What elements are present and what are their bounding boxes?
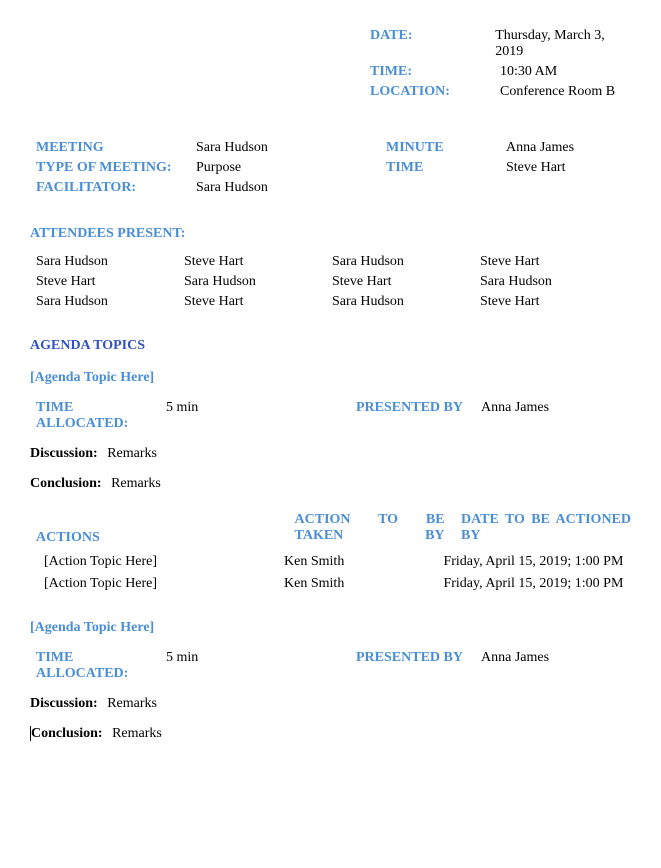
discussion-label: Discussion:	[30, 446, 98, 461]
agenda-topic-meta: TIME ALLOCATED: 5 min PRESENTED BY Anna …	[36, 400, 631, 432]
meeting-value: Sara Hudson	[196, 140, 386, 156]
facilitator-label: FACILITATOR:	[36, 180, 196, 196]
date-label: DATE:	[370, 28, 495, 60]
discussion-row: Discussion: Remarks	[30, 446, 631, 462]
attendee: Sara Hudson	[332, 294, 480, 310]
conclusion-label: Conclusion:	[31, 726, 103, 741]
attendee: Steve Hart	[184, 294, 332, 310]
time-keeper-value: Steve Hart	[506, 160, 565, 176]
time-allocated-label: TIME ALLOCATED:	[36, 650, 166, 682]
attendee: Sara Hudson	[332, 254, 480, 270]
attendee: Steve Hart	[332, 274, 480, 290]
action-by: Ken Smith	[284, 576, 443, 592]
discussion-value: Remarks	[107, 446, 157, 461]
minute-value: Anna James	[506, 140, 574, 156]
time-keeper-label: TIME	[386, 160, 506, 176]
presented-by-value: Anna James	[481, 650, 549, 682]
time-allocated-value: 5 min	[166, 400, 356, 432]
agenda-heading: AGENDA TOPICS	[30, 338, 631, 354]
agenda-topic-title: [Agenda Topic Here]	[30, 620, 631, 636]
action-date-label: DATE TO BE ACTIONED BY	[461, 512, 631, 544]
time-value: 10:30 AM	[500, 64, 557, 80]
facilitator-value: Sara Hudson	[196, 180, 386, 196]
conclusion-row: Conclusion: Remarks	[30, 476, 631, 492]
attendee: Steve Hart	[480, 254, 628, 270]
location-label: LOCATION:	[370, 84, 500, 100]
attendee: Sara Hudson	[480, 274, 628, 290]
action-row: [Action Topic Here] Ken Smith Friday, Ap…	[30, 576, 631, 592]
type-label: TYPE OF MEETING:	[36, 160, 196, 176]
actions-section: ACTIONS ACTION TO BE TAKEN BY DATE TO BE…	[30, 512, 631, 592]
date-value: Thursday, March 3, 2019	[495, 28, 631, 60]
meeting-meta: MEETING Sara Hudson MINUTE Anna James TY…	[36, 140, 631, 196]
action-row: [Action Topic Here] Ken Smith Friday, Ap…	[30, 554, 631, 570]
action-by: Ken Smith	[284, 554, 443, 570]
presented-by-label: PRESENTED BY	[356, 400, 481, 432]
agenda-topic-title: [Agenda Topic Here]	[30, 370, 631, 386]
time-allocated-value: 5 min	[166, 650, 356, 682]
meeting-label: MEETING	[36, 140, 196, 156]
action-topic: [Action Topic Here]	[30, 576, 284, 592]
conclusion-row: Conclusion: Remarks	[30, 726, 631, 742]
attendees-list: Sara Hudson Steve Hart Sara Hudson Steve…	[36, 254, 631, 310]
time-label: TIME:	[370, 64, 500, 80]
attendee: Sara Hudson	[36, 294, 184, 310]
attendee: Sara Hudson	[184, 274, 332, 290]
attendees-heading: ATTENDEES PRESENT:	[30, 226, 631, 242]
actions-col-label: ACTIONS	[36, 530, 100, 546]
attendee: Steve Hart	[184, 254, 332, 270]
presented-by-label: PRESENTED BY	[356, 650, 481, 682]
attendee: Steve Hart	[480, 294, 628, 310]
time-allocated-label: TIME ALLOCATED:	[36, 400, 166, 432]
discussion-value: Remarks	[107, 696, 157, 711]
action-taken-by-label: ACTION TO BE TAKEN BY	[295, 512, 445, 544]
agenda-topic-meta: TIME ALLOCATED: 5 min PRESENTED BY Anna …	[36, 650, 631, 682]
document-header: DATE: Thursday, March 3, 2019 TIME: 10:3…	[370, 28, 631, 100]
presented-by-value: Anna James	[481, 400, 549, 432]
conclusion-value: Remarks	[111, 476, 161, 491]
attendee: Steve Hart	[36, 274, 184, 290]
discussion-row: Discussion: Remarks	[30, 696, 631, 712]
conclusion-value: Remarks	[112, 726, 162, 741]
type-value: Purpose	[196, 160, 386, 176]
conclusion-label: Conclusion:	[30, 476, 102, 491]
action-topic: [Action Topic Here]	[30, 554, 284, 570]
action-date: Friday, April 15, 2019; 1:00 PM	[443, 554, 631, 570]
location-value: Conference Room B	[500, 84, 615, 100]
attendee: Sara Hudson	[36, 254, 184, 270]
action-date: Friday, April 15, 2019; 1:00 PM	[443, 576, 631, 592]
minute-label: MINUTE	[386, 140, 506, 156]
discussion-label: Discussion:	[30, 696, 98, 711]
